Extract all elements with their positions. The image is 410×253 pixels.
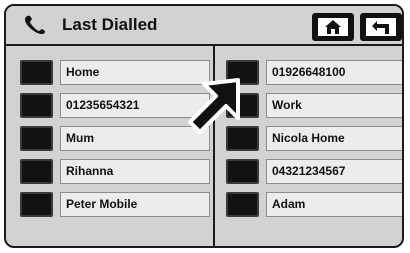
contact-label[interactable]: Rihanna [60, 159, 210, 184]
contact-select-key[interactable] [20, 93, 53, 118]
phone-screen: Last Dialled Home 01235654321 Mum Rihann… [4, 4, 404, 248]
contact-select-key[interactable] [20, 60, 53, 85]
back-button[interactable] [360, 13, 402, 41]
contact-select-key[interactable] [20, 126, 53, 151]
contact-label[interactable]: Adam [266, 192, 402, 217]
contact-select-key[interactable] [226, 159, 259, 184]
contact-entry[interactable]: 04321234567 [226, 159, 402, 184]
contact-entry[interactable]: Peter Mobile [20, 192, 210, 217]
contact-entry[interactable]: Mum [20, 126, 210, 151]
contact-label[interactable]: 01235654321 [60, 93, 210, 118]
contact-entry[interactable]: Home [20, 60, 210, 85]
contact-label[interactable]: Home [60, 60, 210, 85]
header-bar: Last Dialled [6, 6, 402, 46]
contact-entry[interactable]: 01235654321 [20, 93, 210, 118]
contact-entry[interactable]: Adam [226, 192, 402, 217]
return-arrow-icon [372, 21, 389, 34]
home-icon [325, 20, 341, 34]
contact-label[interactable]: 04321234567 [266, 159, 402, 184]
page-title: Last Dialled [62, 15, 158, 34]
contact-entry[interactable]: Work [226, 93, 402, 118]
column-divider [213, 46, 215, 246]
contact-label[interactable]: 01926648100 [266, 60, 402, 85]
phone-handset-icon [25, 15, 45, 34]
contact-list-left: Home 01235654321 Mum Rihanna Peter Mobil… [20, 60, 210, 225]
contact-entry[interactable]: Rihanna [20, 159, 210, 184]
contact-select-key[interactable] [226, 60, 259, 85]
contact-label[interactable]: Work [266, 93, 402, 118]
contact-select-key[interactable] [20, 192, 53, 217]
contact-label[interactable]: Mum [60, 126, 210, 151]
contact-entry[interactable]: 01926648100 [226, 60, 402, 85]
contact-select-key[interactable] [226, 93, 259, 118]
contact-label[interactable]: Peter Mobile [60, 192, 210, 217]
contact-list-right: 01926648100 Work Nicola Home 04321234567… [226, 60, 402, 225]
home-button[interactable] [312, 13, 354, 41]
contact-select-key[interactable] [20, 159, 53, 184]
contact-label[interactable]: Nicola Home [266, 126, 402, 151]
contact-entry[interactable]: Nicola Home [226, 126, 402, 151]
contact-select-key[interactable] [226, 192, 259, 217]
contact-select-key[interactable] [226, 126, 259, 151]
